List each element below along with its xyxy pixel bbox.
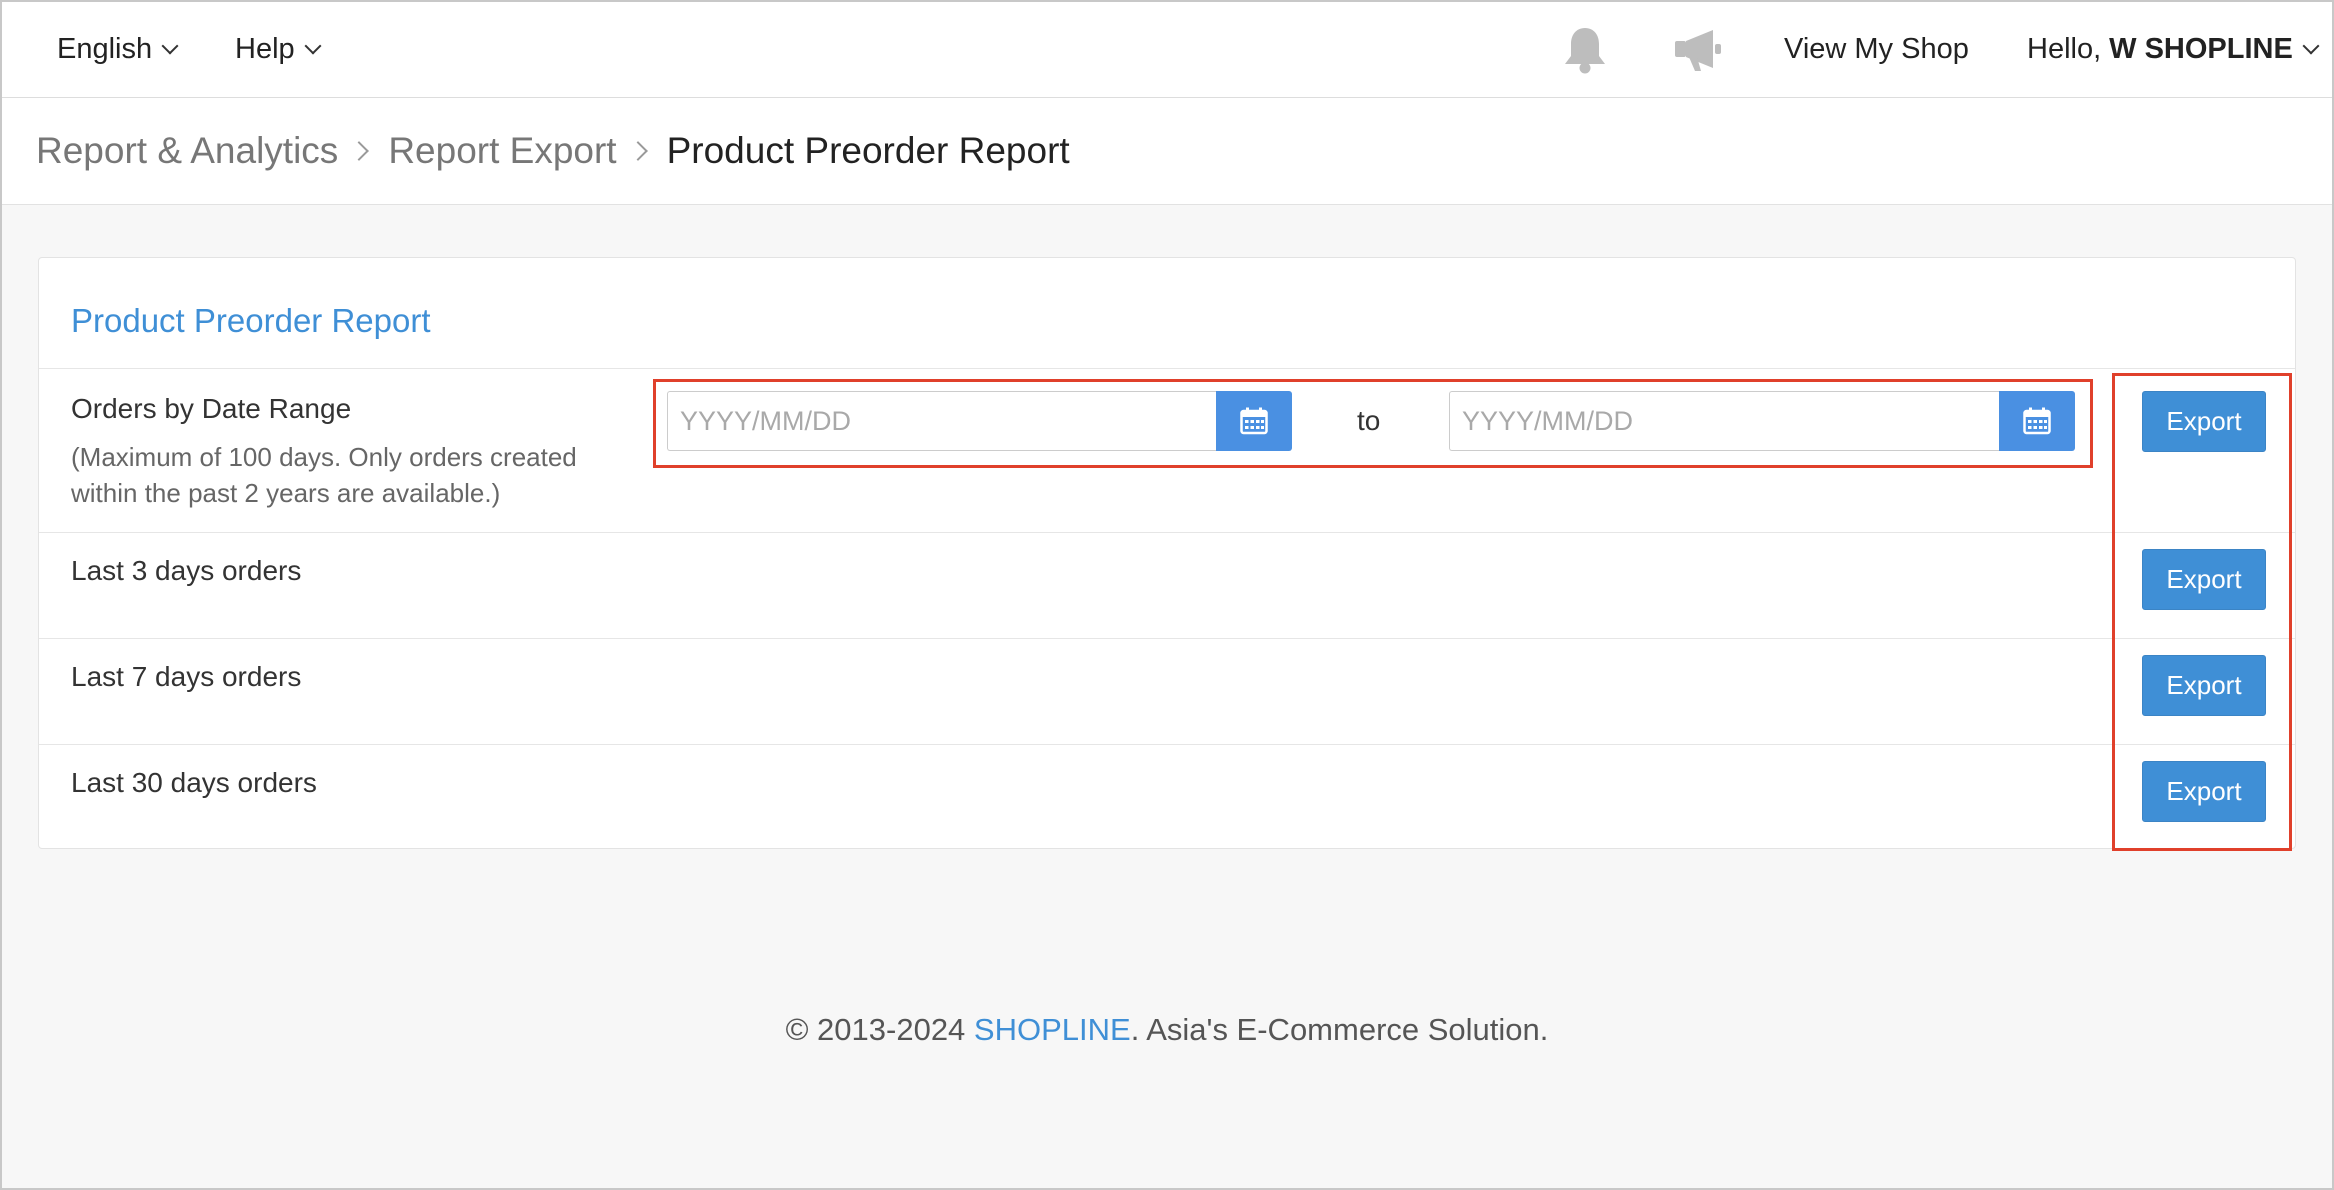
start-date-input[interactable] (667, 391, 1216, 451)
end-date-calendar-button[interactable] (1999, 391, 2075, 451)
export-last-30-days-button[interactable]: Export (2142, 761, 2266, 822)
chevron-right-icon (627, 141, 648, 161)
language-dropdown[interactable]: English (57, 2, 179, 97)
export-last-7-days-button[interactable]: Export (2142, 655, 2266, 716)
footer-tagline: . Asia's E-Commerce Solution. (1130, 1012, 1549, 1047)
view-my-shop-label: View My Shop (1784, 33, 1969, 65)
export-last-3-days-button[interactable]: Export (2142, 549, 2266, 610)
help-label: Help (235, 33, 295, 65)
date-range-separator: to (1357, 405, 1381, 436)
last-3-days-row: Last 3 days orders Export (39, 532, 2295, 638)
chevron-right-icon (349, 141, 370, 161)
language-label: English (57, 33, 153, 65)
chevron-down-icon (2302, 37, 2320, 54)
bell-icon[interactable] (1557, 22, 1613, 78)
last-30-days-row: Last 30 days orders Export (39, 744, 2295, 850)
row-label: Last 3 days orders (71, 555, 302, 586)
breadcrumb: Report & Analytics Report Export Product… (36, 98, 1070, 204)
top-navigation-bar: English Help View My Shop Hello, W SHOPL… (2, 2, 2332, 98)
megaphone-icon[interactable] (1670, 22, 1726, 78)
user-menu-dropdown[interactable]: Hello, W SHOPLINE (2027, 2, 2320, 97)
date-range-note: (Maximum of 100 days. Only orders create… (71, 442, 577, 508)
panel-title: Product Preorder Report (71, 302, 431, 339)
breadcrumb-current-page: Product Preorder Report (666, 130, 1070, 171)
footer: © 2013-2024 SHOPLINE. Asia's E-Commerce … (2, 1012, 2332, 1048)
help-dropdown[interactable]: Help (235, 2, 322, 97)
chevron-down-icon (161, 37, 179, 54)
row-label: Last 30 days orders (71, 767, 317, 798)
date-range-row: Orders by Date Range (Maximum of 100 day… (39, 368, 2295, 532)
calendar-icon (2023, 407, 2051, 435)
last-7-days-row: Last 7 days orders Export (39, 638, 2295, 744)
app-window: English Help View My Shop Hello, W SHOPL… (0, 0, 2334, 1190)
footer-brand-link[interactable]: SHOPLINE (974, 1012, 1131, 1047)
footer-copyright: © 2013-2024 (785, 1012, 974, 1047)
calendar-icon (1240, 407, 1268, 435)
report-panel: Product Preorder Report Orders by Date R… (38, 257, 2296, 849)
breadcrumb-bar: Report & Analytics Report Export Product… (2, 98, 2332, 205)
view-my-shop-link[interactable]: View My Shop (1784, 2, 1969, 97)
breadcrumb-report-analytics[interactable]: Report & Analytics (36, 130, 338, 172)
row-label: Last 7 days orders (71, 661, 302, 692)
breadcrumb-report-export[interactable]: Report Export (388, 130, 616, 172)
greeting-text: Hello, (2027, 33, 2102, 65)
end-date-input[interactable] (1449, 391, 1999, 451)
chevron-down-icon (304, 37, 322, 54)
start-date-calendar-button[interactable] (1216, 391, 1292, 451)
user-name: W SHOPLINE (2109, 33, 2293, 65)
date-range-label: Orders by Date Range (71, 393, 352, 424)
export-date-range-button[interactable]: Export (2142, 391, 2266, 452)
